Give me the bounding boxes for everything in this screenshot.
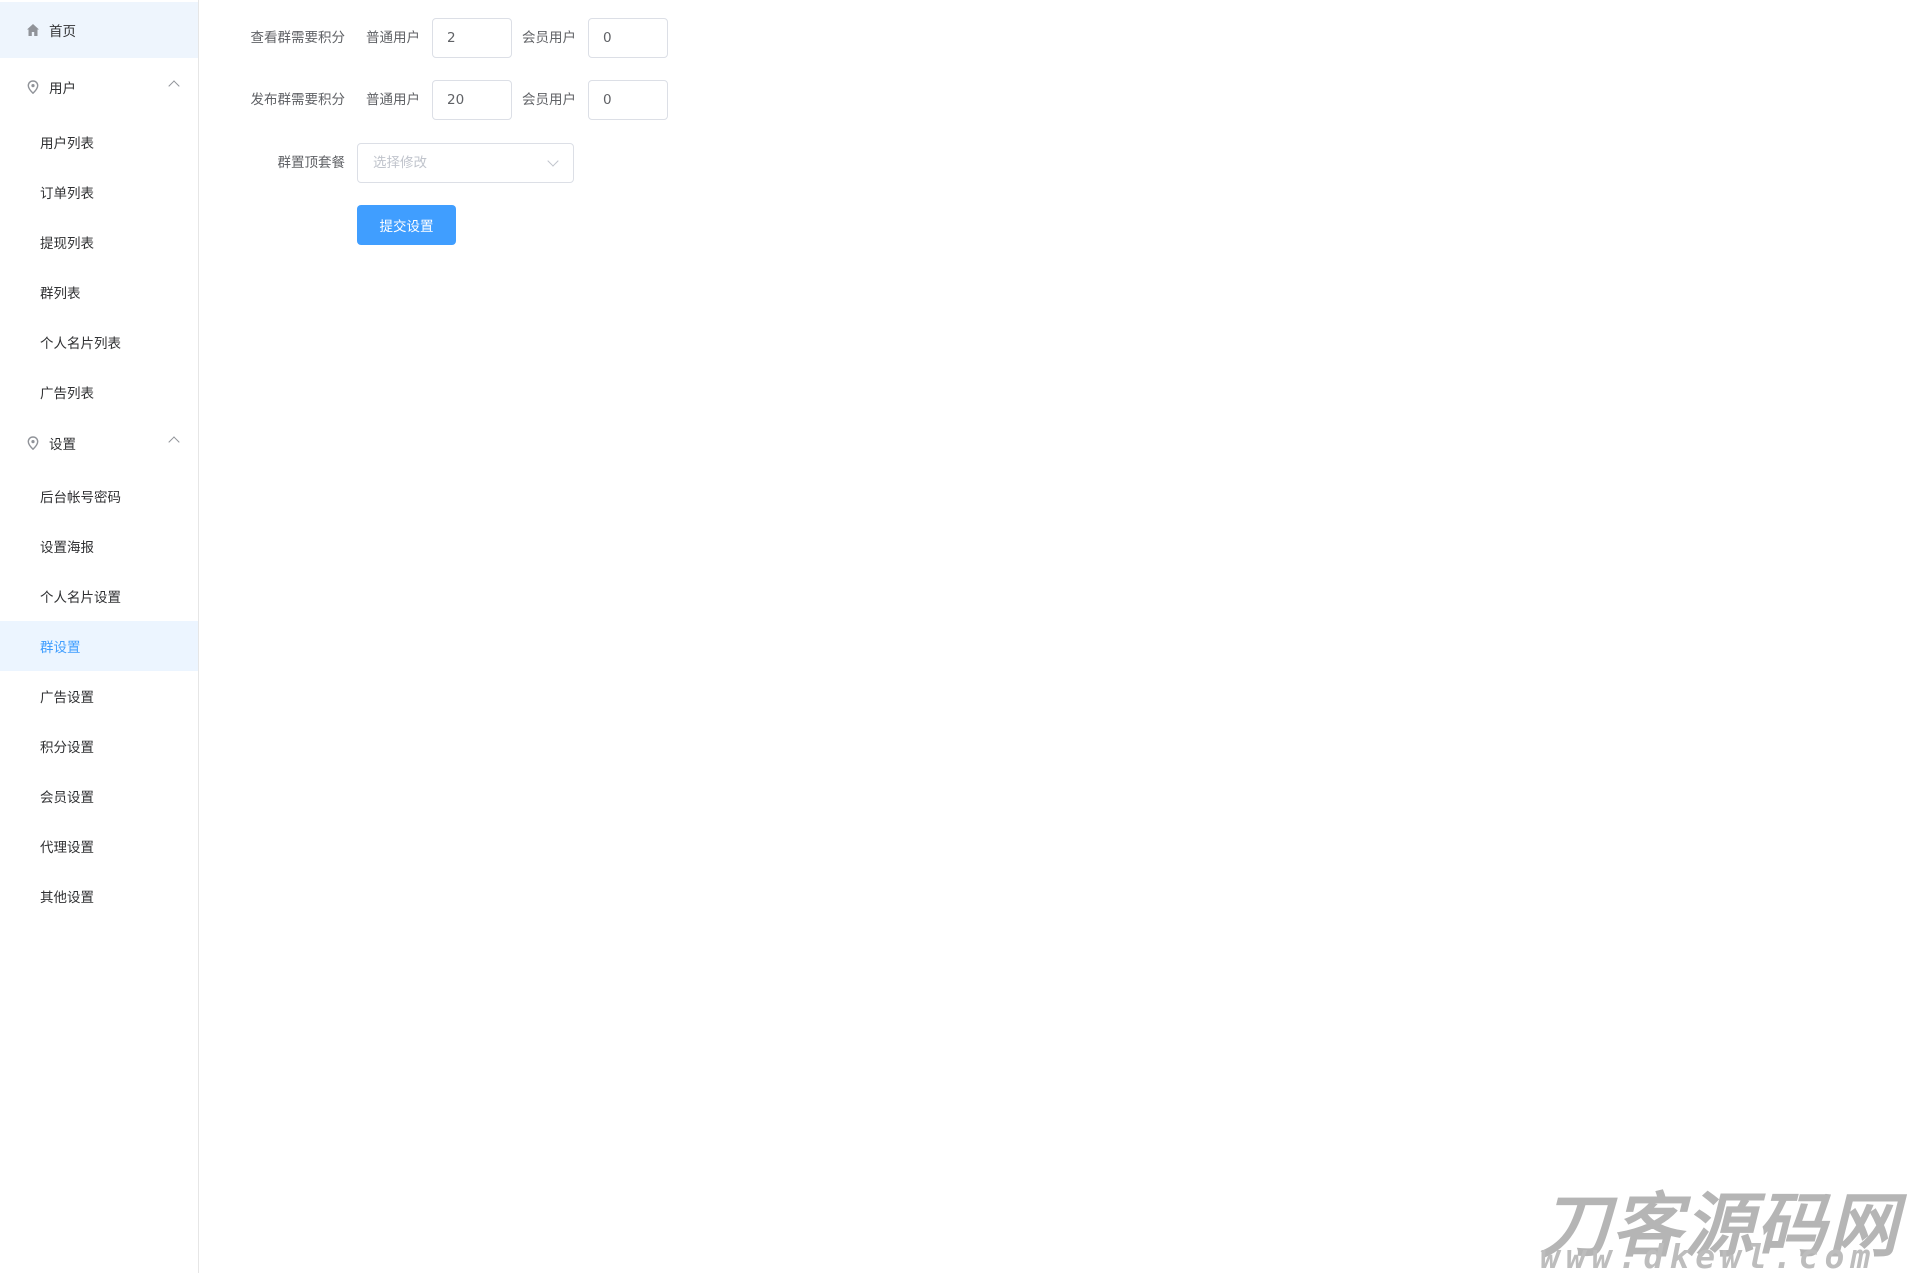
location-icon: [26, 80, 40, 94]
sidebar-item-points-settings[interactable]: 积分设置: [0, 721, 198, 771]
sidebar-item-label: 其他设置: [40, 890, 94, 906]
select-placeholder: 选择修改: [373, 155, 427, 171]
sidebar-item-label: 群设置: [40, 640, 81, 656]
sidebar-item-home[interactable]: 首页: [0, 2, 198, 58]
watermark-url: www.dkewl.com: [1540, 1237, 1877, 1276]
sidebar-item-label: 首页: [49, 24, 76, 40]
sidebar-item-admin-password[interactable]: 后台帐号密码: [0, 471, 198, 521]
home-icon: [26, 23, 40, 37]
sidebar-menu: 首页 用户 用户列表 订单列表 提现列表 群列表 个人名片列表 广告列表 设置 …: [0, 0, 199, 1273]
sidebar-group-settings[interactable]: 设置: [0, 415, 198, 471]
sidebar-item-label: 个人名片设置: [40, 590, 121, 606]
sidebar-item-ad-settings[interactable]: 广告设置: [0, 671, 198, 721]
sidebar-item-label: 会员设置: [40, 790, 94, 806]
sidebar-item-user-list[interactable]: 用户列表: [0, 117, 198, 167]
sidebar-item-label: 订单列表: [40, 186, 94, 202]
sidebar-item-label: 用户列表: [40, 136, 94, 152]
post-member-user-input[interactable]: [588, 80, 668, 120]
post-normal-user-label: 普通用户: [366, 92, 420, 108]
view-points-label: 查看群需要积分: [250, 30, 346, 46]
view-normal-user-label: 普通用户: [366, 30, 420, 46]
sidebar-item-label: 设置海报: [40, 540, 94, 556]
sidebar-item-card-settings[interactable]: 个人名片设置: [0, 571, 198, 621]
sidebar-item-ad-list[interactable]: 广告列表: [0, 367, 198, 417]
view-member-user-input[interactable]: [588, 18, 668, 58]
sidebar-item-label: 积分设置: [40, 740, 94, 756]
sidebar-item-label: 群列表: [40, 286, 81, 302]
sidebar-group-label: 用户: [49, 81, 76, 97]
post-normal-user-input[interactable]: [432, 80, 512, 120]
top-package-select[interactable]: 选择修改: [357, 143, 574, 183]
sidebar-item-other-settings[interactable]: 其他设置: [0, 871, 198, 921]
sidebar-item-label: 代理设置: [40, 840, 94, 856]
sidebar-item-group-list[interactable]: 群列表: [0, 267, 198, 317]
sidebar-item-withdraw-list[interactable]: 提现列表: [0, 217, 198, 267]
view-member-user-label: 会员用户: [522, 30, 576, 46]
sidebar-item-poster-settings[interactable]: 设置海报: [0, 521, 198, 571]
sidebar-group-user[interactable]: 用户: [0, 59, 198, 115]
sidebar-item-label: 个人名片列表: [40, 336, 121, 352]
post-member-user-label: 会员用户: [522, 92, 576, 108]
sidebar-item-label: 后台帐号密码: [40, 490, 121, 506]
post-points-label: 发布群需要积分: [250, 92, 346, 108]
chevron-up-icon: [168, 436, 180, 448]
view-normal-user-input[interactable]: [432, 18, 512, 58]
sidebar-group-label: 设置: [49, 437, 76, 453]
sidebar-item-label: 广告列表: [40, 386, 94, 402]
sidebar-item-member-settings[interactable]: 会员设置: [0, 771, 198, 821]
location-icon: [26, 436, 40, 450]
top-package-label: 群置顶套餐: [277, 155, 346, 171]
submit-settings-button[interactable]: 提交设置: [357, 205, 456, 245]
sidebar-item-label: 广告设置: [40, 690, 94, 706]
chevron-down-icon: [547, 155, 559, 167]
sidebar-item-order-list[interactable]: 订单列表: [0, 167, 198, 217]
sidebar-item-label: 提现列表: [40, 236, 94, 252]
sidebar-item-agent-settings[interactable]: 代理设置: [0, 821, 198, 871]
chevron-up-icon: [168, 80, 180, 92]
sidebar-item-card-list[interactable]: 个人名片列表: [0, 317, 198, 367]
sidebar-item-group-settings[interactable]: 群设置: [0, 621, 198, 671]
